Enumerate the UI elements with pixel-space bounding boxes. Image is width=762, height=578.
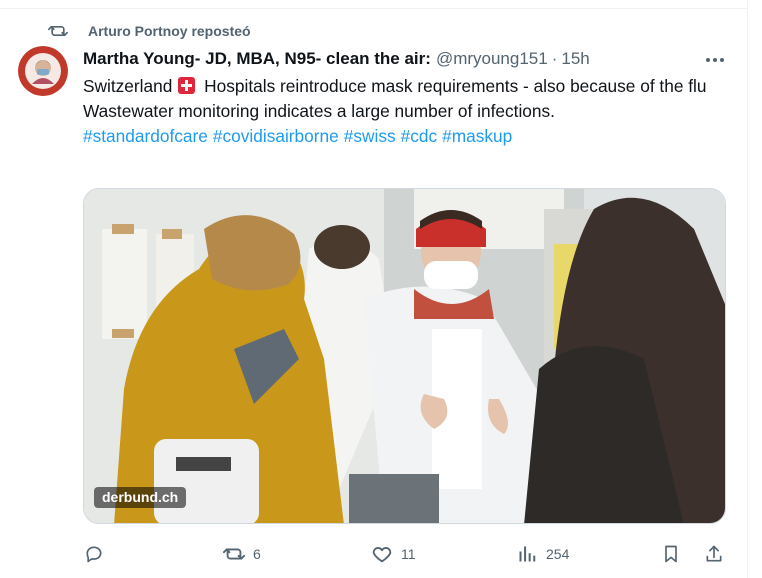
separator: ·: [551, 49, 558, 68]
tweet-header: Martha Young- JD, MBA, N95- clean the ai…: [83, 47, 590, 71]
bookmark-icon: [660, 543, 682, 565]
like-count: 11: [401, 546, 416, 562]
tweet-text: Switzerland Hospitals reintroduce mask r…: [83, 74, 733, 149]
reply-button[interactable]: [83, 540, 105, 568]
tweet-line-2: Wastewater monitoring indicates a large …: [83, 101, 555, 121]
hashtag-link[interactable]: #covidisairborne: [213, 126, 339, 146]
timestamp[interactable]: 15h: [561, 49, 589, 69]
bookmark-button[interactable]: [660, 540, 682, 568]
repost-banner: Arturo Portnoy reposteó: [48, 20, 251, 42]
tweet-card: Arturo Portnoy reposteó Martha Young- JD…: [0, 0, 748, 578]
repost-icon: [223, 543, 245, 565]
views-icon: [516, 543, 538, 565]
hashtags: #standardofcare #covidisairborne #swiss #cd…: [83, 124, 733, 149]
more-options-button[interactable]: [703, 50, 727, 68]
share-button[interactable]: [703, 540, 725, 568]
author-handle[interactable]: @mryoung151: [436, 49, 548, 69]
hashtag-link[interactable]: #cdc: [401, 126, 438, 146]
hashtag-link[interactable]: #maskup: [442, 126, 512, 146]
tweet-photo[interactable]: derbund.ch: [83, 188, 726, 524]
hashtag-link[interactable]: #swiss: [344, 126, 396, 146]
headline-text: Hospitals reintroduce mask requirements …: [204, 76, 707, 96]
photo-credit: derbund.ch: [94, 487, 187, 508]
views-button[interactable]: 254: [516, 540, 569, 568]
repost-button[interactable]: 6: [223, 540, 261, 568]
tweet-line-1: Switzerland Hospitals reintroduce mask r…: [83, 76, 707, 96]
avatar[interactable]: [18, 46, 68, 96]
share-icon: [703, 543, 725, 565]
repost-icon: [48, 21, 68, 41]
divider: [0, 8, 748, 9]
like-button[interactable]: 11: [371, 540, 416, 568]
more-icon: [705, 50, 725, 68]
country-label: Switzerland: [83, 76, 173, 96]
hashtag-link[interactable]: #standardofcare: [83, 126, 208, 146]
heart-icon: [371, 543, 393, 565]
repost-count: 6: [253, 546, 261, 562]
author-name[interactable]: Martha Young- JD, MBA, N95- clean the ai…: [83, 49, 431, 69]
repost-label[interactable]: Arturo Portnoy reposteó: [88, 23, 251, 39]
swiss-flag-icon: [178, 77, 196, 94]
views-count: 254: [546, 546, 570, 562]
action-bar: 6 11 254: [83, 540, 733, 568]
reply-icon: [83, 543, 105, 565]
